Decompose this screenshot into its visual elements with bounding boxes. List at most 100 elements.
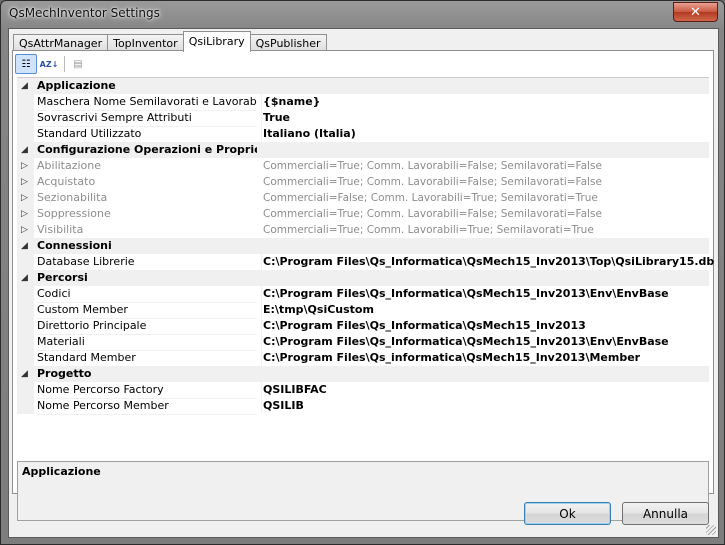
property-value[interactable]: C:\Program Files\Qs_Informatica\QsMech15… [263,318,586,334]
property-value[interactable]: Italiano (Italia) [263,126,356,142]
grid-row-gutter [17,350,34,366]
grid-property-row[interactable]: Standard Member C:\Program Files\Qs_infor… [17,350,709,367]
collapse-icon[interactable]: ◢ [21,142,31,158]
grid-row-gutter [17,126,34,142]
tab-strip: QsAttrManager TopInventor QsiLibrary QsP… [13,31,327,52]
grid-category-row[interactable]: ◢ Percorsi [17,270,709,286]
property-value: Commerciali=True; Comm. Lavorabili=False… [263,176,602,188]
grid-property-row[interactable]: Sovrascrivi Sempre Attributi True [17,110,709,127]
expand-icon[interactable]: ▷ [21,158,31,174]
property-value[interactable]: C:\Program Files\Qs_informatica\QsMech15… [263,350,640,366]
grid-property-row[interactable]: Materiali C:\Program Files\Qs_Informatica… [17,334,709,351]
categorized-button[interactable]: ☷ [15,54,37,74]
property-pages-button[interactable]: ▤ [68,55,88,73]
alphabetical-sort-icon: AZ↓ [39,59,59,69]
grid-property-row[interactable]: ▷ Abilitazione Commerciali=True; Comm. Lav… [17,158,709,174]
window-title: QsMechInventor Settings [9,6,160,20]
property-name: Standard Utilizzato [37,126,257,143]
property-grid-toolbar: ☷ AZ↓ ▤ [15,53,709,75]
property-value[interactable]: QSILIB [263,398,304,414]
cancel-button[interactable]: Annulla [622,502,709,525]
toolbar-separator [64,56,65,72]
collapse-icon[interactable]: ◢ [21,78,31,94]
grid-row-gutter [17,254,34,270]
grid-row-gutter [17,110,34,126]
grid-property-row[interactable]: Nome Percorso Member QSILIB [17,398,709,415]
grid-property-row[interactable]: Standard Utilizzato Italiano (Italia) [17,126,709,143]
category-label: Percorsi [37,271,88,284]
property-name: Standard Member [37,350,257,367]
property-value: Commerciali=False; Comm. Lavorabili=True… [263,192,598,204]
property-name: Codici [37,286,257,303]
property-name: Visibilita [37,223,84,236]
grid-property-row[interactable]: Maschera Nome Semilavorati e Lavorabili {… [17,94,709,111]
property-name: Soppressione [37,207,111,220]
property-value: Commerciali=True; Comm. Lavorabili=False… [263,208,602,220]
property-value[interactable]: C:\Program Files\Qs_Informatica\QsMech15… [263,334,669,350]
ok-button[interactable]: Ok [524,502,611,525]
tab-qsilibrary[interactable]: QsiLibrary [182,31,251,52]
grid-property-row[interactable]: Database Librerie C:\Program Files\Qs_Inf… [17,254,714,271]
grid-row-gutter [17,94,34,110]
grid-property-row[interactable]: Nome Percorso Factory QSILIBFAC [17,382,709,399]
property-value[interactable]: E:\tmp\QsiCustom [263,302,374,318]
property-value[interactable]: QSILIBFAC [263,382,327,398]
property-name: Maschera Nome Semilavorati e Lavorabili [37,94,257,111]
expand-icon[interactable]: ▷ [21,190,31,206]
collapse-icon[interactable]: ◢ [21,366,31,382]
grid-row-gutter [17,334,34,350]
close-icon: ✕ [690,4,701,20]
property-value[interactable]: C:\Program Files\Qs_Informatica\QsMech15… [263,286,669,302]
grid-row-gutter [17,318,34,334]
property-name: Materiali [37,334,257,351]
grid-property-row[interactable]: Codici C:\Program Files\Qs_Informatica\Qs… [17,286,709,303]
description-title: Applicazione [22,465,101,478]
grid-property-row[interactable]: ▷ Soppressione Commerciali=True; Comm. Lav… [17,206,709,222]
category-label: Progetto [37,367,92,380]
property-pages-icon: ▤ [73,58,83,70]
grid-property-row[interactable]: ▷ Acquistato Commerciali=True; Comm. Lavor… [17,174,709,190]
category-label: Configurazione Operazioni e Proprietà [37,143,257,156]
property-value[interactable]: True [263,110,290,126]
settings-window: QsMechInventor Settings ✕ QsAttrManager … [0,0,725,545]
expand-icon[interactable]: ▷ [21,222,31,238]
category-label: Applicazione [37,79,116,92]
grid-category-row[interactable]: ◢ Progetto [17,366,709,382]
grid-category-row[interactable]: ◢ Connessioni [17,238,709,254]
property-value: Commerciali=True; Comm. Lavorabili=False… [263,160,602,172]
categorized-icon: ☷ [21,58,31,70]
title-bar[interactable]: QsMechInventor Settings ✕ [1,1,724,27]
grid-category-row[interactable]: ◢ Applicazione [17,78,709,94]
dialog-client-area: QsAttrManager TopInventor QsiLibrary QsP… [8,28,719,538]
resize-grip[interactable] [706,525,716,535]
alphabetical-button[interactable]: AZ↓ [39,55,59,73]
grid-property-row[interactable]: ▷ Sezionabilita Commerciali=False; Comm. L… [17,190,709,206]
grid-row-gutter [17,398,34,414]
property-name: Nome Percorso Member [37,398,257,415]
property-name: Abilitazione [37,159,102,172]
grid-property-row[interactable]: Direttorio Principale C:\Program Files\Qs… [17,318,709,335]
property-name: Nome Percorso Factory [37,382,257,399]
property-value: Commerciali=True; Comm. Lavorabili=True;… [263,224,594,236]
grid-row-gutter [17,382,34,398]
collapse-icon[interactable]: ◢ [21,238,31,254]
property-value[interactable]: C:\Program Files\Qs_Informatica\QsMech15… [263,254,714,270]
tab-panel-qsilibrary: ☷ AZ↓ ▤ ◢ Applicazione Maschera Nome Semil… [12,50,714,521]
close-button[interactable]: ✕ [673,2,718,22]
property-name: Custom Member [37,302,257,319]
grid-row-gutter [17,302,34,318]
property-name: Acquistato [37,175,96,188]
category-label: Connessioni [37,239,112,252]
expand-icon[interactable]: ▷ [21,206,31,222]
property-name: Sovrascrivi Sempre Attributi [37,110,257,127]
property-grid: ◢ Applicazione Maschera Nome Semilavorati … [17,77,714,415]
grid-row-gutter [17,286,34,302]
collapse-icon[interactable]: ◢ [21,270,31,286]
property-name: Direttorio Principale [37,318,257,335]
property-value[interactable]: {$name} [263,94,321,110]
grid-category-row[interactable]: ◢ Configurazione Operazioni e Proprietà [17,142,709,158]
grid-property-row[interactable]: Custom Member E:\tmp\QsiCustom [17,302,709,319]
grid-property-row[interactable]: ▷ Visibilita Commerciali=True; Comm. Lavor… [17,222,709,238]
property-name: Database Librerie [37,254,257,271]
expand-icon[interactable]: ▷ [21,174,31,190]
